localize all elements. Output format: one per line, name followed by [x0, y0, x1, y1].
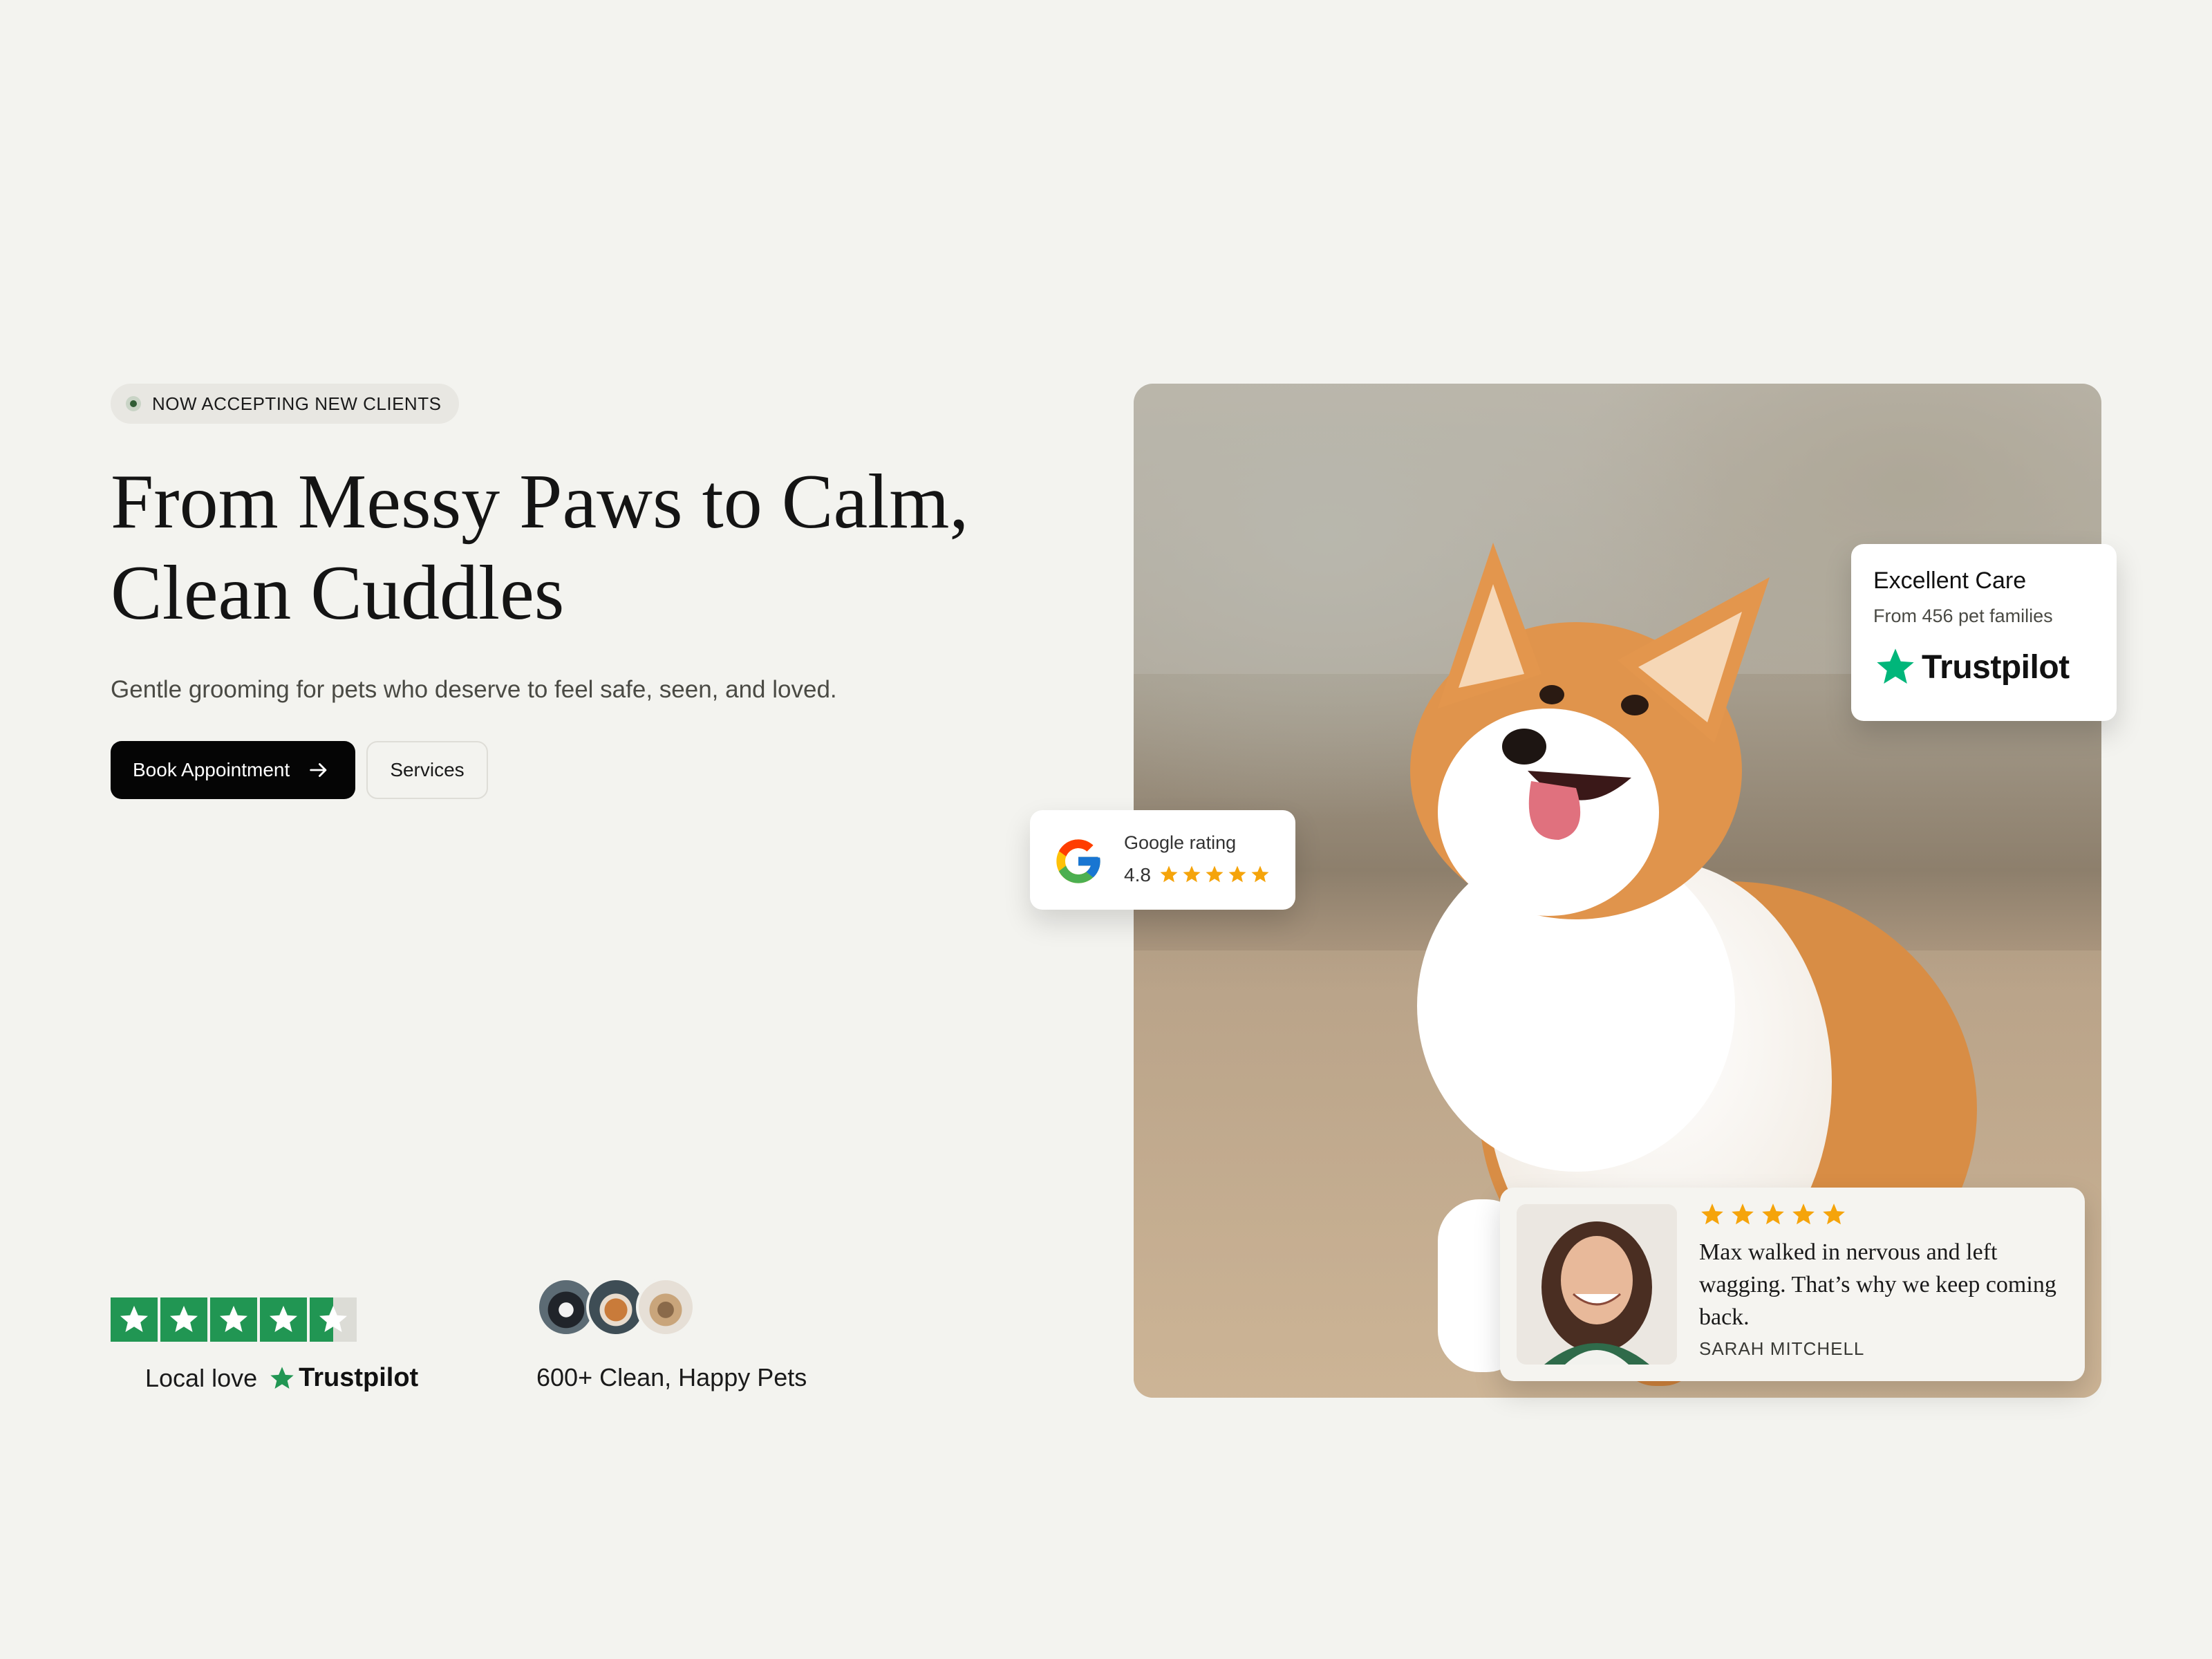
trustpilot-star-icon	[260, 1297, 307, 1342]
pet-avatars	[536, 1277, 695, 1337]
trustpilot-star-icon	[270, 1366, 294, 1389]
google-g-icon	[1056, 839, 1100, 883]
services-button[interactable]: Services	[366, 741, 488, 799]
excellent-care-title: Excellent Care	[1873, 568, 2027, 594]
trustpilot-logo: Trustpilot	[268, 1363, 418, 1393]
excellent-care-subtitle: From 456 pet families	[1873, 606, 2053, 626]
page-title: From Messy Paws to Calm, Clean Cuddles	[111, 456, 1078, 639]
book-appointment-label: Book Appointment	[133, 759, 290, 780]
star-icon	[1762, 1203, 1784, 1225]
trustpilot-logo: Trustpilot	[1873, 645, 2094, 689]
trustpilot-star-icon	[210, 1297, 257, 1342]
star-icon	[1823, 1203, 1845, 1225]
star-icon	[1732, 1203, 1754, 1225]
pets-count: 600+ Clean, Happy Pets	[536, 1363, 807, 1391]
excellent-care-card: Excellent Care From 456 pet families Tru…	[1851, 544, 2117, 721]
trustpilot-brand: Trustpilot	[1922, 648, 2070, 686]
testimonial-card: Max walked in nervous and left wagging. …	[1500, 1188, 2085, 1381]
local-love-label: Local love	[145, 1363, 258, 1392]
google-rating-label: Google rating	[1124, 832, 1237, 853]
star-icon	[1206, 865, 1224, 883]
trustpilot-star-icon	[1877, 648, 1914, 684]
status-dot-icon	[126, 396, 141, 411]
google-rating-value: 4.8	[1124, 864, 1151, 885]
star-icon	[1792, 1203, 1815, 1225]
star-icon	[1251, 865, 1269, 883]
trustpilot-rating	[111, 1297, 357, 1342]
trustpilot-brand: Trustpilot	[299, 1363, 419, 1392]
testimonial-quote: Max walked in nervous and left wagging. …	[1699, 1239, 2056, 1330]
google-rating-stars	[1159, 864, 1271, 885]
trustpilot-star-icon	[160, 1297, 207, 1342]
arrow-right-icon	[310, 763, 327, 777]
services-label: Services	[390, 759, 465, 780]
status-badge: NOW ACCEPTING NEW CLIENTS	[111, 384, 460, 424]
book-appointment-button[interactable]: Book Appointment	[111, 741, 355, 799]
testimonial-author: SARAH MITCHELL	[1699, 1338, 1865, 1359]
status-badge-label: NOW ACCEPTING NEW CLIENTS	[152, 393, 442, 414]
local-love: Local love Trustpilot	[145, 1363, 418, 1393]
page: NOW ACCEPTING NEW CLIENTS From Messy Paw…	[0, 0, 2212, 1659]
trustpilot-half-star-icon	[310, 1297, 357, 1342]
subheadline: Gentle grooming for pets who deserve to …	[111, 676, 837, 703]
headline-line-2: Clean Cuddles	[111, 550, 565, 636]
avatar	[636, 1277, 695, 1337]
star-icon	[1701, 1203, 1723, 1225]
trustpilot-star-icon	[111, 1297, 158, 1342]
headline-line-1: From Messy Paws to Calm,	[111, 459, 969, 545]
star-icon	[1228, 865, 1246, 883]
star-icon	[1183, 865, 1201, 883]
google-rating-card: Google rating 4.8	[1030, 810, 1295, 910]
review-stars	[1699, 1201, 1847, 1228]
star-icon	[1160, 865, 1178, 883]
reviewer-photo	[1517, 1204, 1677, 1365]
